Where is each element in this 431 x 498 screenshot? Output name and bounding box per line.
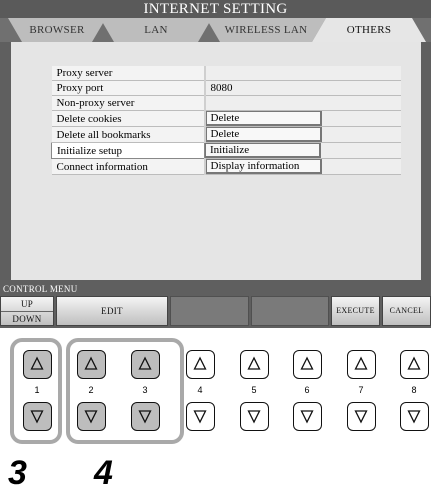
control-menu-label: CONTROL MENU (3, 284, 78, 294)
setting-row-delete-cookies[interactable]: Delete cookies Delete (51, 110, 401, 127)
button-6-down[interactable] (292, 402, 322, 431)
control-menu-empty-slot (170, 296, 249, 326)
up-label: UP (20, 299, 34, 309)
setting-label: Delete cookies (51, 110, 206, 127)
button-number-label: 5 (251, 385, 257, 395)
button-number-label: 4 (197, 385, 203, 395)
cancel-button[interactable]: CANCEL (382, 296, 431, 326)
settings-panel: Proxy server Proxy port 8080 Non-proxy s… (11, 42, 421, 280)
button-6-up[interactable] (292, 350, 322, 379)
setting-row-delete-bookmarks[interactable]: Delete all bookmarks Delete (51, 126, 401, 143)
step-3-highlight (10, 338, 62, 444)
execute-button[interactable]: EXECUTE (331, 296, 380, 326)
setting-row-proxy-server[interactable]: Proxy server (51, 66, 401, 81)
button-5-down[interactable] (239, 402, 269, 431)
tab-wireless-lan[interactable]: WIRELESS LAN (206, 18, 326, 42)
button-5-up[interactable] (239, 350, 269, 379)
setting-value[interactable]: 8080 (204, 80, 401, 96)
triangle-up-icon (299, 356, 314, 370)
lcd-screen: INTERNET SETTING BROWSER LAN WIRELESS LA… (0, 0, 431, 328)
triangle-down-icon (353, 410, 368, 424)
setting-label: Connect information (51, 158, 206, 175)
edit-button[interactable]: EDIT (56, 296, 168, 326)
triangle-down-icon (246, 410, 261, 424)
setting-value[interactable] (204, 66, 401, 81)
button-7-down[interactable] (346, 402, 376, 431)
display-information-button[interactable]: Display information (205, 159, 322, 174)
step-number-4: 4 (94, 454, 113, 492)
down-label: DOWN (1, 311, 53, 326)
setting-value[interactable] (204, 95, 401, 111)
setting-label: Delete all bookmarks (51, 126, 206, 143)
tab-bar: BROWSER LAN WIRELESS LAN OTHERS (0, 18, 431, 42)
triangle-down-icon (299, 410, 314, 424)
setting-row-initialize-setup[interactable]: Initialize setup Initialize (51, 142, 401, 159)
settings-table: Proxy server Proxy port 8080 Non-proxy s… (51, 66, 401, 175)
triangle-up-icon (246, 356, 261, 370)
button-number-label: 6 (304, 385, 310, 395)
button-number-label: 8 (411, 385, 417, 395)
triangle-up-icon (353, 356, 368, 370)
window-title: INTERNET SETTING (0, 0, 431, 18)
setting-label: Initialize setup (51, 142, 205, 159)
button-8-down[interactable] (399, 402, 429, 431)
tab-others[interactable]: OTHERS (312, 18, 426, 42)
up-down-button[interactable]: UP DOWN (0, 296, 54, 326)
control-menu-empty-slot (251, 296, 329, 326)
delete-cookies-button[interactable]: Delete (205, 111, 322, 126)
button-4-up[interactable] (185, 350, 215, 379)
setting-label: Proxy port (51, 80, 206, 96)
step-number-3: 3 (8, 454, 27, 492)
step-4-highlight (66, 338, 184, 444)
setting-row-proxy-port[interactable]: Proxy port 8080 (51, 80, 401, 96)
tab-lan[interactable]: LAN (100, 18, 212, 42)
triangle-up-icon (406, 356, 421, 370)
setting-label: Non-proxy server (51, 95, 206, 111)
setting-row-connect-information[interactable]: Connect information Display information (51, 158, 401, 175)
triangle-up-icon (192, 356, 207, 370)
button-7-up[interactable] (346, 350, 376, 379)
delete-bookmarks-button[interactable]: Delete (205, 127, 322, 142)
setting-row-non-proxy-server[interactable]: Non-proxy server (51, 95, 401, 111)
triangle-down-icon (406, 410, 421, 424)
initialize-button[interactable]: Initialize (205, 143, 321, 158)
setting-label: Proxy server (51, 66, 206, 81)
triangle-down-icon (192, 410, 207, 424)
button-8-up[interactable] (399, 350, 429, 379)
button-number-label: 7 (358, 385, 364, 395)
tab-browser[interactable]: BROWSER (8, 18, 106, 42)
button-4-down[interactable] (185, 402, 215, 431)
